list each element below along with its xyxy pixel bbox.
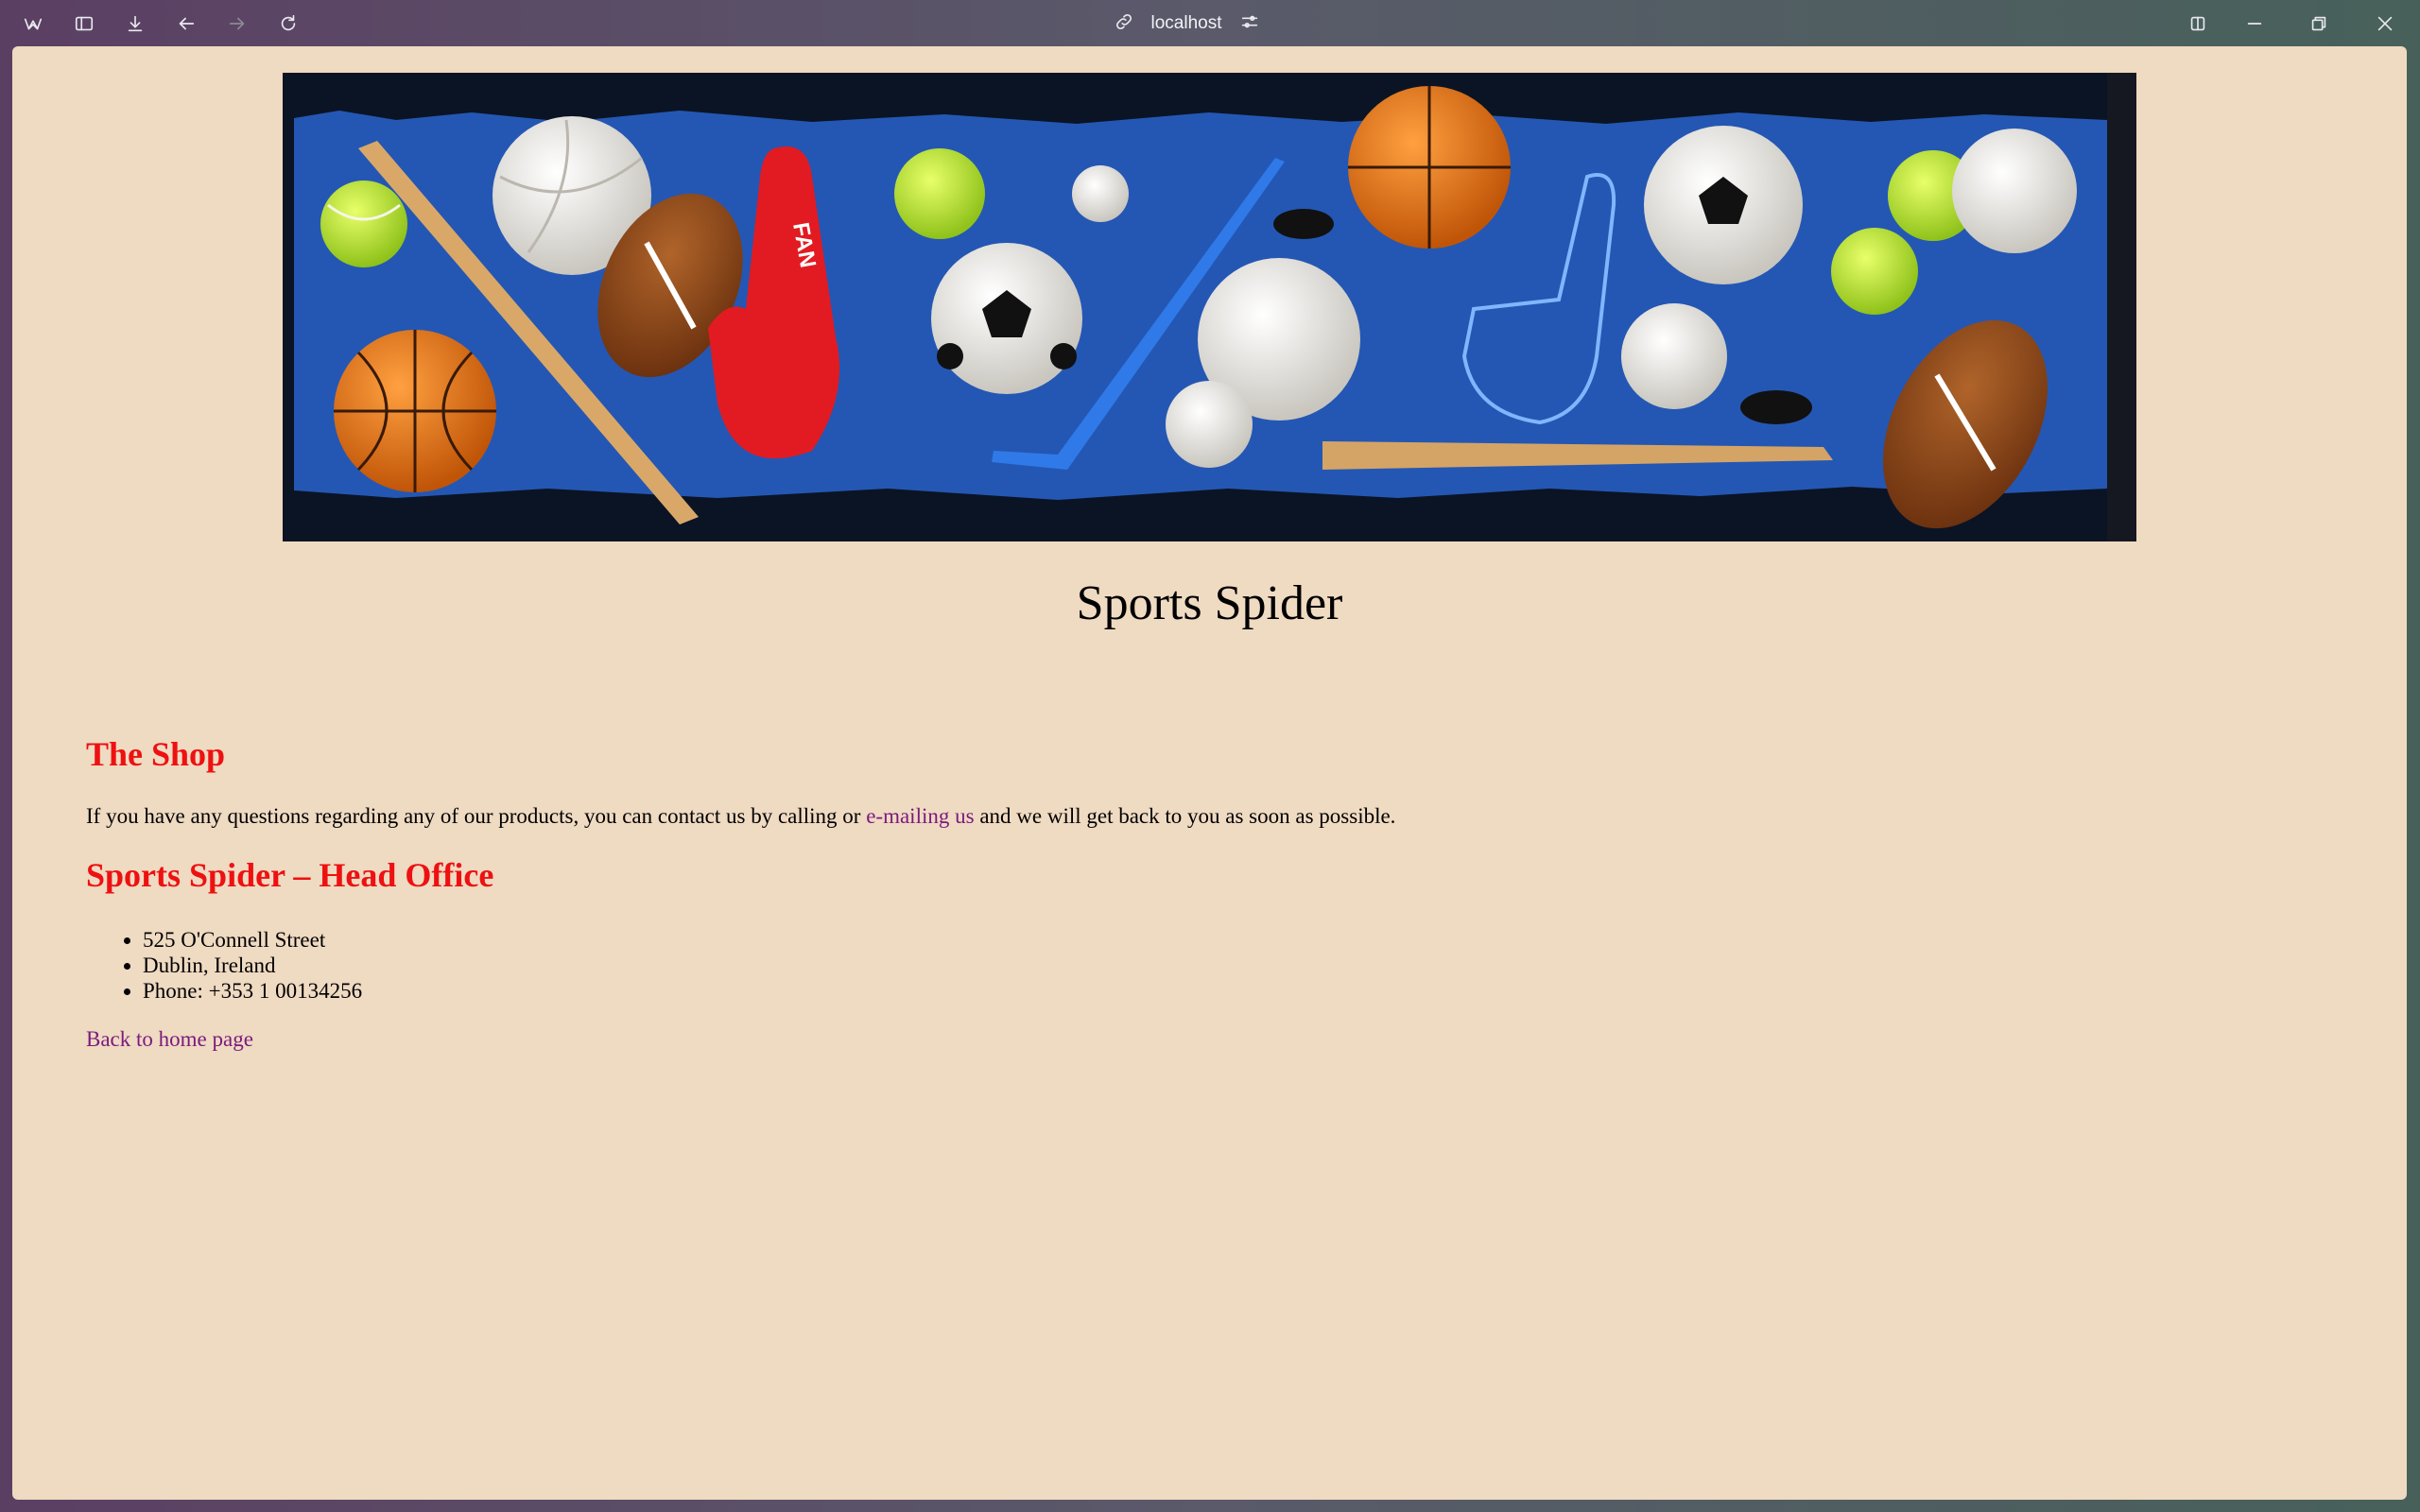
page-viewport: FAN Sports Spider The Shop If you have a… — [12, 46, 2407, 1500]
shop-heading: The Shop — [86, 735, 226, 773]
address-bar[interactable]: localhost — [1106, 8, 1267, 40]
minimize-icon[interactable] — [2238, 8, 2271, 40]
reload-icon[interactable] — [272, 8, 304, 40]
link-icon[interactable] — [1114, 11, 1134, 37]
url-text[interactable]: localhost — [1151, 13, 1222, 34]
back-link-paragraph: Back to home page — [86, 1027, 253, 1052]
back-to-home-link[interactable]: Back to home page — [86, 1027, 253, 1051]
office-details-list: 525 O'Connell Street Dublin, Ireland Pho… — [86, 927, 362, 1004]
basketball-icon — [334, 330, 496, 492]
email-link[interactable]: e-mailing us — [866, 804, 974, 828]
back-icon[interactable] — [170, 8, 202, 40]
list-item: 525 O'Connell Street — [143, 927, 362, 953]
list-item: Phone: +353 1 00134256 — [143, 978, 362, 1004]
sidebar-icon[interactable] — [68, 8, 100, 40]
list-item: Dublin, Ireland — [143, 953, 362, 978]
office-heading: Sports Spider – Head Office — [86, 856, 494, 894]
split-view-icon[interactable] — [2182, 8, 2214, 40]
maximize-icon[interactable] — [2303, 8, 2335, 40]
close-icon[interactable] — [2369, 8, 2401, 40]
page-title: Sports Spider — [1076, 576, 1343, 630]
site-settings-icon[interactable] — [1239, 11, 1260, 37]
intro-text-before: If you have any questions regarding any … — [86, 804, 867, 828]
intro-text-after: and we will get back to you as soon as p… — [974, 804, 1396, 828]
app-logo-icon[interactable] — [17, 8, 49, 40]
sports-banner-image: FAN — [283, 73, 2136, 541]
intro-paragraph: If you have any questions regarding any … — [86, 804, 1395, 829]
forward-icon[interactable] — [221, 8, 253, 40]
browser-titlebar: localhost — [0, 0, 2420, 46]
download-icon[interactable] — [119, 8, 151, 40]
